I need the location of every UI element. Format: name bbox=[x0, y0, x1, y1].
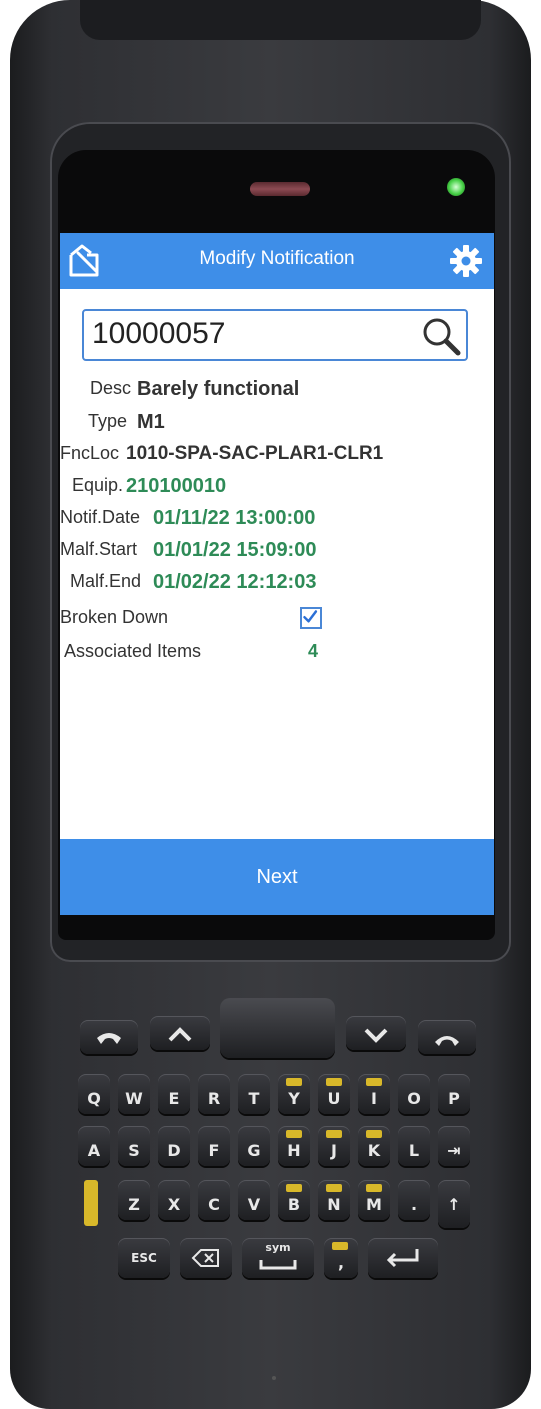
key-j[interactable]: J bbox=[318, 1126, 350, 1166]
fncloc-row: FncLoc 1010-SPA-SAC-PLAR1-CLR1 bbox=[60, 443, 494, 469]
equip-label: Equip. bbox=[72, 475, 124, 495]
key-u[interactable]: U bbox=[318, 1074, 350, 1114]
type-row: Type M1 bbox=[60, 411, 494, 437]
enter-icon bbox=[386, 1249, 419, 1268]
phone-answer-icon bbox=[97, 1033, 121, 1044]
gear-icon[interactable] bbox=[448, 243, 484, 279]
key-a[interactable]: A bbox=[78, 1126, 110, 1166]
sym-label: sym bbox=[265, 1241, 291, 1254]
key-g[interactable]: G bbox=[238, 1126, 270, 1166]
broken-down-checkbox[interactable] bbox=[300, 607, 322, 629]
desc-value: Barely functional bbox=[137, 378, 300, 400]
key-i[interactable]: I bbox=[358, 1074, 390, 1114]
desc-label: Desc bbox=[90, 378, 132, 398]
center-select-key[interactable] bbox=[220, 998, 335, 1058]
malf-start-value: 01/01/22 15:09:00 bbox=[153, 539, 317, 561]
notif-date-label: Notif.Date bbox=[60, 507, 141, 527]
down-key[interactable] bbox=[346, 1016, 406, 1050]
chevron-up-icon bbox=[168, 1027, 192, 1042]
enter-key[interactable] bbox=[368, 1238, 438, 1278]
associated-items-value: 4 bbox=[308, 641, 319, 661]
back-icon[interactable] bbox=[66, 243, 102, 279]
backspace-icon bbox=[191, 1249, 219, 1267]
microphone-hole bbox=[272, 1376, 276, 1380]
notif-date-value: 01/11/22 13:00:00 bbox=[153, 507, 316, 529]
space-key[interactable]: sym bbox=[242, 1238, 314, 1278]
backspace-key[interactable] bbox=[180, 1238, 232, 1278]
type-label: Type bbox=[88, 411, 128, 431]
key-s[interactable]: S bbox=[118, 1126, 150, 1166]
phone-hangup-icon bbox=[435, 1036, 459, 1046]
key-f[interactable]: F bbox=[198, 1126, 230, 1166]
notif-date-row: Notif.Date 01/11/22 13:00:00 bbox=[60, 507, 494, 533]
associated-items-row: Associated Items 4 bbox=[60, 641, 494, 667]
app-screen: Modify Notification 10000057 Desc Barely… bbox=[60, 233, 494, 915]
key-w[interactable]: W bbox=[118, 1074, 150, 1114]
page-title: Modify Notification bbox=[199, 248, 355, 269]
malf-end-row: Malf.End 01/02/22 12:12:03 bbox=[60, 571, 494, 597]
key-p[interactable]: P bbox=[438, 1074, 470, 1114]
search-icon[interactable] bbox=[420, 315, 462, 357]
space-icon bbox=[259, 1260, 297, 1270]
type-value: M1 bbox=[137, 411, 165, 433]
key-y[interactable]: Y bbox=[278, 1074, 310, 1114]
title-bar: Modify Notification bbox=[60, 233, 494, 289]
broken-down-row: Broken Down bbox=[60, 607, 494, 633]
key-n[interactable]: N bbox=[318, 1180, 350, 1220]
broken-down-label: Broken Down bbox=[60, 607, 169, 627]
key-z[interactable]: Z bbox=[118, 1180, 150, 1220]
key-d[interactable]: D bbox=[158, 1126, 190, 1166]
equip-row: Equip. 210100010 bbox=[60, 475, 494, 501]
up-key[interactable] bbox=[150, 1016, 210, 1050]
search-value[interactable]: 10000057 bbox=[92, 317, 225, 351]
hardware-keypad: Q W E R T Y U I O P A S D F G H J K L ⇥ … bbox=[0, 980, 541, 1400]
next-button[interactable]: Next bbox=[60, 839, 494, 915]
key-shift[interactable]: ↑ bbox=[438, 1180, 470, 1228]
checkmark-icon bbox=[303, 610, 318, 623]
key-l[interactable]: L bbox=[398, 1126, 430, 1166]
key-o[interactable]: O bbox=[398, 1074, 430, 1114]
desc-row: Desc Barely functional bbox=[60, 378, 494, 404]
end-call-key[interactable] bbox=[418, 1020, 476, 1054]
yellow-shift-bar bbox=[84, 1180, 98, 1226]
key-h[interactable]: H bbox=[278, 1126, 310, 1166]
device-top-cap bbox=[80, 0, 481, 40]
chevron-down-icon bbox=[364, 1028, 388, 1043]
equip-value: 210100010 bbox=[126, 475, 227, 497]
key-t[interactable]: T bbox=[238, 1074, 270, 1114]
key-e[interactable]: E bbox=[158, 1074, 190, 1114]
esc-key[interactable]: ESC bbox=[118, 1238, 170, 1278]
status-led bbox=[447, 178, 465, 196]
malf-start-row: Malf.Start 01/01/22 15:09:00 bbox=[60, 539, 494, 565]
key-b[interactable]: B bbox=[278, 1180, 310, 1220]
associated-items-label: Associated Items bbox=[64, 641, 202, 661]
malf-end-label: Malf.End bbox=[70, 571, 142, 591]
key-v[interactable]: V bbox=[238, 1180, 270, 1220]
earpiece-speaker bbox=[250, 182, 310, 196]
call-key[interactable] bbox=[80, 1020, 138, 1054]
malf-start-label: Malf.Start bbox=[60, 539, 138, 559]
comma-key[interactable]: , bbox=[324, 1238, 358, 1278]
fncloc-label: FncLoc bbox=[60, 443, 120, 463]
notification-search-input[interactable]: 10000057 bbox=[82, 309, 468, 361]
key-k[interactable]: K bbox=[358, 1126, 390, 1166]
key-c[interactable]: C bbox=[198, 1180, 230, 1220]
key-period[interactable]: . bbox=[398, 1180, 430, 1220]
malf-end-value: 01/02/22 12:12:03 bbox=[153, 571, 317, 593]
key-q[interactable]: Q bbox=[78, 1074, 110, 1114]
key-tab[interactable]: ⇥ bbox=[438, 1126, 470, 1166]
key-r[interactable]: R bbox=[198, 1074, 230, 1114]
fncloc-value: 1010-SPA-SAC-PLAR1-CLR1 bbox=[126, 443, 384, 464]
key-x[interactable]: X bbox=[158, 1180, 190, 1220]
key-m[interactable]: M bbox=[358, 1180, 390, 1220]
